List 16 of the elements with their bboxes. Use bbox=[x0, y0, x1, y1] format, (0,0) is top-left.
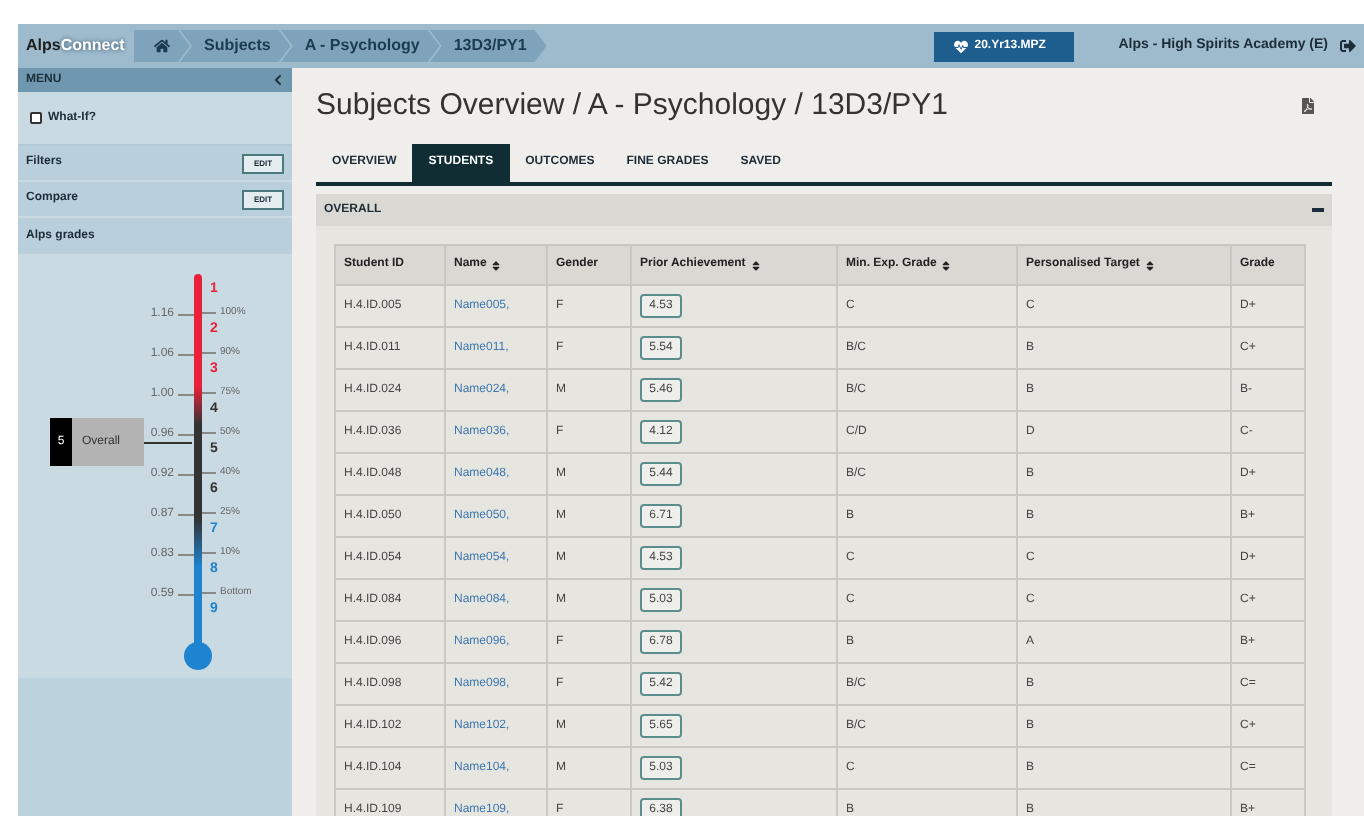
collapse-icon[interactable] bbox=[272, 74, 284, 86]
breadcrumb-link[interactable]: 13D3/PY1 bbox=[429, 30, 547, 62]
sort-icon bbox=[1143, 259, 1156, 271]
sort-icon bbox=[490, 259, 503, 271]
home-icon bbox=[154, 38, 170, 54]
logout-icon[interactable] bbox=[1340, 38, 1356, 54]
breadcrumb-link[interactable]: A - Psychology bbox=[280, 30, 440, 62]
sort-icon bbox=[940, 259, 953, 271]
checkbox[interactable] bbox=[30, 112, 42, 124]
page-title: Subjects Overview / A - Psychology / 13D3/PY1 bbox=[316, 85, 948, 126]
home-button[interactable] bbox=[134, 30, 190, 62]
heartbeat-icon bbox=[954, 39, 969, 53]
breadcrumb-link[interactable]: Subjects bbox=[180, 30, 291, 62]
sort-icon bbox=[749, 259, 762, 271]
logo-text[interactable]: AlpsConnect bbox=[26, 34, 125, 58]
pdf-icon[interactable] bbox=[1300, 98, 1316, 114]
